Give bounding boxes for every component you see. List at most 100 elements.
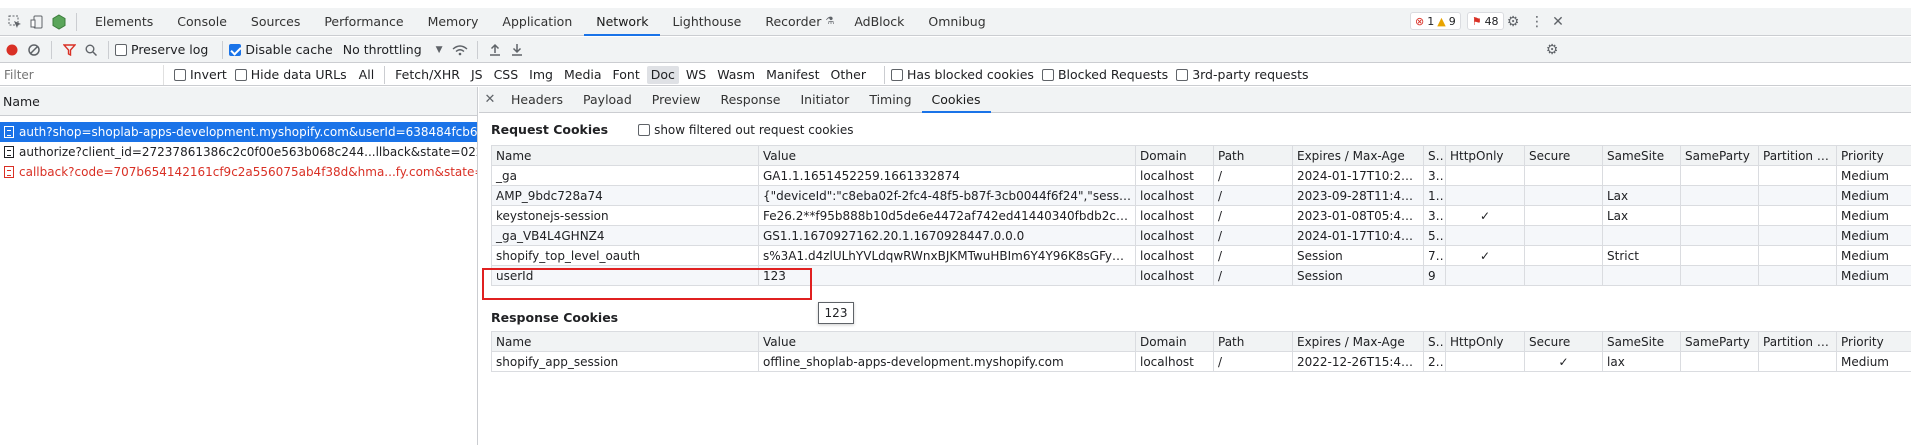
type-filter-media[interactable]: Media <box>560 66 606 84</box>
response-cookie-col-s[interactable]: S... <box>1423 331 1446 352</box>
extension-hexagon-icon[interactable] <box>48 11 70 33</box>
has-blocked-cookies-checkbox[interactable]: Has blocked cookies <box>890 67 1034 82</box>
request-cookie-col-value[interactable]: Value <box>758 145 1136 166</box>
type-filter-ws[interactable]: WS <box>682 66 710 84</box>
response-cookie-row[interactable]: shopify_app_session offline_shoplab-apps-… <box>491 351 1911 372</box>
invert-box[interactable] <box>174 68 186 81</box>
show-filtered-cookies-box[interactable] <box>638 123 651 136</box>
type-filter-wasm[interactable]: Wasm <box>713 66 759 84</box>
tab-network[interactable]: Network <box>584 8 661 36</box>
filter-input[interactable] <box>0 64 164 85</box>
request-cookie-col-sameparty[interactable]: SameParty <box>1680 145 1759 166</box>
export-har-download-icon[interactable] <box>506 39 528 61</box>
third-party-requests-box[interactable] <box>1176 68 1189 81</box>
detail-tab-headers[interactable]: Headers <box>501 87 573 113</box>
disable-cache-box[interactable] <box>229 43 242 56</box>
tab-omnibug[interactable]: Omnibug <box>916 8 997 36</box>
response-cookie-col-name[interactable]: Name <box>491 331 759 352</box>
request-cookie-row[interactable]: shopify_top_level_oauth s%3A1.d4zlULhYVLd… <box>491 245 1911 266</box>
preserve-log-checkbox[interactable]: Preserve log <box>115 42 208 57</box>
record-icon[interactable] <box>1 39 23 61</box>
type-filter-other[interactable]: Other <box>826 66 870 84</box>
request-cookie-row[interactable]: AMP_9bdc728a74 {"deviceId":"c8eba02f-2fc4… <box>491 185 1911 206</box>
tab-lighthouse[interactable]: Lighthouse <box>660 8 753 36</box>
type-filter-doc[interactable]: Doc <box>646 65 679 84</box>
tab-elements[interactable]: Elements <box>83 8 165 36</box>
request-cookie-col-secure[interactable]: Secure <box>1524 145 1603 166</box>
import-har-upload-icon[interactable] <box>484 39 506 61</box>
filter-funnel-icon[interactable] <box>58 39 80 61</box>
request-cookie-col-priority[interactable]: Priority <box>1836 145 1911 166</box>
response-cookie-col-value[interactable]: Value <box>758 331 1136 352</box>
request-cookie-col-path[interactable]: Path <box>1213 145 1293 166</box>
network-conditions-wifi-icon[interactable] <box>449 39 471 61</box>
type-filter-all[interactable]: All <box>355 66 379 84</box>
response-cookie-col-partition-key[interactable]: Partition Key <box>1758 331 1837 352</box>
detail-tab-initiator[interactable]: Initiator <box>791 87 860 113</box>
type-filter-manifest[interactable]: Manifest <box>762 66 823 84</box>
device-toolbar-icon[interactable] <box>26 11 48 33</box>
type-filter-js[interactable]: JS <box>467 66 487 84</box>
detail-tab-payload[interactable]: Payload <box>573 87 642 113</box>
type-filter-font[interactable]: Font <box>609 66 644 84</box>
request-cookie-col-expires-max-age[interactable]: Expires / Max-Age <box>1292 145 1424 166</box>
request-cookie-row[interactable]: keystonejs-session Fe26.2**f95b888b10d5de… <box>491 205 1911 226</box>
blocked-requests-checkbox[interactable]: Blocked Requests <box>1041 67 1168 82</box>
request-cookie-row[interactable]: _ga_VB4L4GHNZ4 GS1.1.1670927162.20.1.1670… <box>491 225 1911 246</box>
issues-count-badge[interactable]: ⚑ 48 <box>1466 12 1504 30</box>
hide-data-urls-checkbox[interactable]: Hide data URLs <box>234 67 347 82</box>
detail-tab-timing[interactable]: Timing <box>859 87 921 113</box>
tab-application[interactable]: Application <box>490 8 584 36</box>
console-counts[interactable]: ⊗ 1 ▲ 9 <box>1410 12 1461 30</box>
request-cookie-col-partition-key[interactable]: Partition Key <box>1758 145 1837 166</box>
inspect-element-icon[interactable] <box>4 11 26 33</box>
response-cookie-col-samesite[interactable]: SameSite <box>1602 331 1681 352</box>
response-cookie-col-secure[interactable]: Secure <box>1524 331 1603 352</box>
tab-sources[interactable]: Sources <box>239 8 312 36</box>
request-list-header[interactable]: Name <box>0 87 477 116</box>
request-cookie-row[interactable]: _ga GA1.1.1651452259.1661332874 localhost /… <box>491 165 1911 186</box>
preserve-log-box[interactable] <box>115 43 127 56</box>
response-cookie-col-path[interactable]: Path <box>1213 331 1293 352</box>
tab-recorder[interactable]: Recorder <box>753 8 833 36</box>
request-cookie-col-name[interactable]: Name <box>491 145 759 166</box>
request-row-auth[interactable]: auth?shop=shoplab-apps-development.mysho… <box>0 122 477 142</box>
tab-adblock[interactable]: AdBlock <box>842 8 916 36</box>
response-cookie-col-domain[interactable]: Domain <box>1135 331 1214 352</box>
type-filter-img[interactable]: Img <box>525 66 557 84</box>
request-cookie-col-samesite[interactable]: SameSite <box>1602 145 1681 166</box>
tab-memory[interactable]: Memory <box>416 8 491 36</box>
type-filter-css[interactable]: CSS <box>490 66 523 84</box>
blocked-requests-box[interactable] <box>1041 68 1054 81</box>
type-filter-fetch-xhr[interactable]: Fetch/XHR <box>391 66 464 84</box>
request-cookie-col-domain[interactable]: Domain <box>1135 145 1214 166</box>
clear-icon[interactable] <box>23 39 45 61</box>
close-detail-icon[interactable]: ✕ <box>479 92 501 107</box>
search-icon[interactable] <box>80 39 102 61</box>
request-cookie-col-s[interactable]: S... <box>1423 145 1446 166</box>
throttling-select[interactable]: No throttling ▼ <box>343 42 443 57</box>
tab-performance[interactable]: Performance <box>312 8 415 36</box>
response-cookie-col-priority[interactable]: Priority <box>1836 331 1911 352</box>
request-cookie-row[interactable]: userId 123 localhost / Session 9 Medium <box>491 265 1911 286</box>
has-blocked-cookies-box[interactable] <box>890 68 903 81</box>
request-row-authorize[interactable]: authorize?client_id=27237861386c2c0f00e5… <box>0 142 477 162</box>
response-cookie-col-httponly[interactable]: HttpOnly <box>1445 331 1525 352</box>
hide-data-urls-box[interactable] <box>234 68 247 81</box>
disable-cache-checkbox[interactable]: Disable cache <box>229 42 333 57</box>
settings-gear-icon[interactable]: ⚙ <box>1502 11 1524 33</box>
detail-tab-cookies[interactable]: Cookies <box>921 87 991 113</box>
more-vertical-icon[interactable]: ⋮ <box>1526 11 1548 33</box>
detail-tab-preview[interactable]: Preview <box>642 87 711 113</box>
tab-console[interactable]: Console <box>165 8 239 36</box>
show-filtered-cookies-checkbox[interactable]: show filtered out request cookies <box>638 123 853 137</box>
third-party-requests-checkbox[interactable]: 3rd-party requests <box>1176 67 1309 82</box>
response-cookie-col-sameparty[interactable]: SameParty <box>1680 331 1759 352</box>
network-settings-gear-icon[interactable]: ⚙ <box>1541 39 1563 61</box>
invert-checkbox[interactable]: Invert <box>174 67 227 82</box>
response-cookie-col-expires-max-age[interactable]: Expires / Max-Age <box>1292 331 1424 352</box>
close-devtools-icon[interactable]: ✕ <box>1547 11 1569 33</box>
request-cookie-col-httponly[interactable]: HttpOnly <box>1445 145 1525 166</box>
detail-tab-response[interactable]: Response <box>710 87 790 113</box>
request-row-callback[interactable]: callback?code=707b654142161cf9c2a556075a… <box>0 162 477 182</box>
